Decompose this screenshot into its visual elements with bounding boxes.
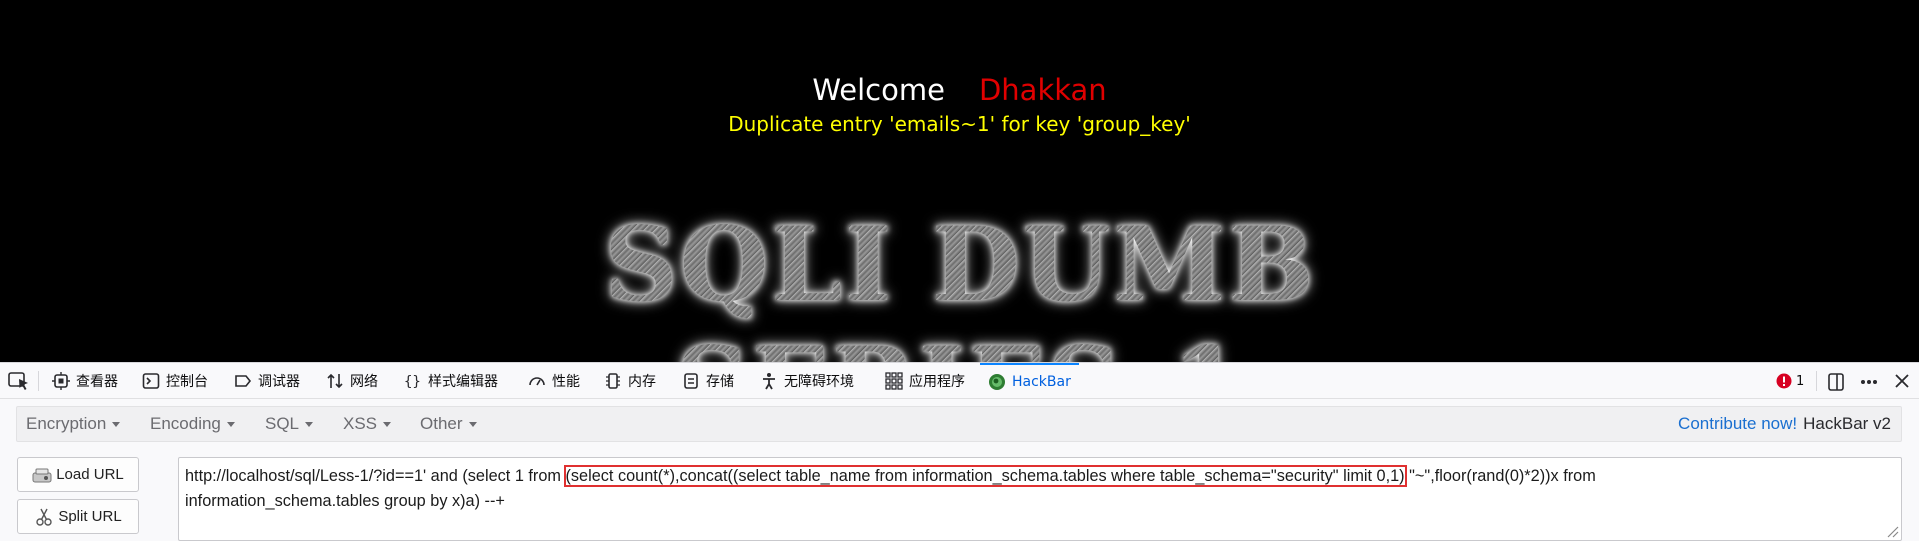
- tab-label: 性能: [552, 374, 580, 390]
- tab-performance[interactable]: 性能: [528, 363, 580, 399]
- tab-network[interactable]: 网络: [326, 363, 378, 399]
- devtools-tabbar: 查看器 控制台 调试器 网络 {} 样式编辑器 性能 内存 存储 无障碍环境 应…: [0, 362, 1919, 399]
- load-url-button[interactable]: Load URL: [17, 457, 139, 492]
- tab-debugger[interactable]: 调试器: [234, 363, 300, 399]
- tab-label: 网络: [350, 374, 378, 390]
- tab-hackbar[interactable]: HackBar: [980, 363, 1079, 399]
- chevron-down-icon: [383, 421, 392, 427]
- console-icon: [142, 373, 160, 389]
- logo-text: SQLI DUMB SERIES-1: [340, 205, 1580, 362]
- accessibility-icon: [763, 373, 775, 390]
- dock-side-icon[interactable]: [1826, 372, 1846, 392]
- contribute-link[interactable]: Contribute now!: [1678, 414, 1797, 434]
- error-icon: [1776, 373, 1792, 389]
- welcome-text: Welcome: [812, 73, 945, 107]
- split-url-button[interactable]: Split URL: [17, 499, 139, 534]
- inspector-icon: [52, 372, 70, 390]
- web-page: Welcome Dhakkan Duplicate entry 'emails~1…: [0, 0, 1919, 362]
- menu-encoding[interactable]: Encoding: [150, 407, 235, 441]
- chevron-down-icon: [468, 421, 477, 427]
- toolbar-separator: [1816, 371, 1817, 391]
- storage-icon: [684, 373, 698, 389]
- tab-label: 样式编辑器: [428, 374, 498, 390]
- memory-icon: [606, 373, 620, 389]
- element-picker-icon[interactable]: [8, 372, 30, 392]
- url-textarea[interactable]: http://localhost/sql/Less-1/?id==1' and …: [178, 457, 1902, 541]
- tab-inspector[interactable]: 查看器: [52, 363, 118, 399]
- tab-application[interactable]: 应用程序: [885, 363, 965, 399]
- error-count-badge[interactable]: 1: [1776, 363, 1804, 399]
- contribute-area: Contribute now! HackBar v2: [1678, 407, 1891, 441]
- hackbar-menubar: Encryption Encoding SQL XSS Other Contri…: [16, 406, 1902, 442]
- application-icon: [885, 372, 903, 390]
- chevron-down-icon: [112, 421, 121, 427]
- tab-storage[interactable]: 存储: [682, 363, 734, 399]
- tab-label: 查看器: [76, 374, 118, 390]
- toolbar-separator: [38, 371, 39, 391]
- tab-label: 存储: [706, 374, 734, 390]
- menu-label: Encoding: [150, 414, 221, 433]
- menu-encryption[interactable]: Encryption: [26, 407, 121, 441]
- menu-label: Encryption: [26, 414, 107, 433]
- more-options-icon[interactable]: [1859, 372, 1879, 392]
- chevron-down-icon: [226, 421, 235, 427]
- load-url-icon: [32, 468, 52, 482]
- tab-memory[interactable]: 内存: [604, 363, 656, 399]
- url-text[interactable]: http://localhost/sql/Less-1/?id==1' and …: [185, 464, 1885, 514]
- hackbar-version: HackBar v2: [1803, 414, 1891, 433]
- tab-label: HackBar: [1012, 374, 1071, 390]
- chevron-down-icon: [305, 421, 314, 427]
- debugger-icon: [235, 375, 252, 387]
- svg-text:{}: {}: [404, 374, 421, 390]
- style-editor-icon: {}: [404, 374, 421, 390]
- menu-sql[interactable]: SQL: [265, 407, 314, 441]
- close-icon[interactable]: [1893, 372, 1911, 390]
- tab-style-editor[interactable]: {} 样式编辑器: [404, 363, 498, 399]
- menu-other[interactable]: Other: [420, 407, 477, 441]
- menu-label: SQL: [265, 414, 300, 433]
- tab-console[interactable]: 控制台: [142, 363, 208, 399]
- menu-xss[interactable]: XSS: [343, 407, 392, 441]
- tab-label: 调试器: [258, 374, 300, 390]
- load-url-label: Load URL: [56, 466, 124, 483]
- tab-accessibility[interactable]: 无障碍环境: [760, 363, 854, 399]
- tab-label: 控制台: [166, 374, 208, 390]
- url-highlighted-subquery: (select count(*),concat((select table_na…: [563, 465, 1407, 487]
- menu-label: XSS: [343, 414, 378, 433]
- devtools-panel: 查看器 控制台 调试器 网络 {} 样式编辑器 性能 内存 存储 无障碍环境 应…: [0, 362, 1919, 541]
- tab-label: 无障碍环境: [784, 374, 854, 390]
- network-icon: [327, 373, 343, 389]
- hackbar-icon: [989, 374, 1005, 390]
- welcome-line: Welcome Dhakkan: [0, 72, 1919, 108]
- tab-label: 内存: [628, 374, 656, 390]
- resize-handle-icon[interactable]: [1885, 524, 1899, 538]
- performance-icon: [529, 377, 545, 386]
- scissors-icon: [36, 508, 53, 526]
- sql-error-message: Duplicate entry 'emails~1' for key 'grou…: [728, 112, 1191, 136]
- error-count: 1: [1796, 373, 1805, 389]
- welcome-name: Dhakkan: [978, 73, 1107, 107]
- url-part-1: http://localhost/sql/Less-1/?id==1' and …: [185, 467, 566, 485]
- menu-label: Other: [420, 414, 463, 433]
- sqli-logo: SQLI DUMB SERIES-1: [340, 205, 1580, 362]
- tab-label: 应用程序: [909, 374, 965, 390]
- split-url-label: Split URL: [58, 508, 122, 525]
